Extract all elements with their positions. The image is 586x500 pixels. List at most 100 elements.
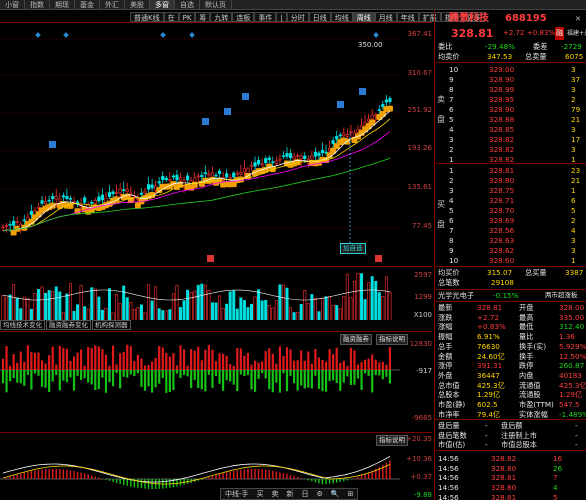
inflow-bar — [300, 350, 303, 370]
bids-level: 2 — [449, 176, 454, 185]
bottom-tool-5[interactable]: ⚙ — [313, 489, 327, 499]
asks-level: 6 — [449, 105, 454, 114]
candle-body — [139, 192, 144, 195]
chart-tool-0[interactable]: 普通K线 — [130, 12, 164, 22]
r-signal-icon — [207, 255, 214, 262]
candle-body — [4, 225, 9, 227]
volume-bar — [76, 304, 80, 321]
tab-6[interactable]: 多窗 — [150, 0, 175, 9]
outflow-bar — [108, 370, 111, 383]
kline-panel[interactable]: 367.41 310.67 251.92 193.26 135.61 77.45… — [0, 22, 432, 265]
inflow-bar — [108, 365, 111, 370]
bottom-tool-3[interactable]: 新 — [283, 489, 298, 499]
bids-volume: 1 — [571, 256, 576, 265]
tab-0[interactable]: 小窗 — [0, 0, 25, 9]
candle-body — [246, 168, 250, 174]
outflow-bar — [257, 370, 260, 379]
chart-tool-12[interactable]: 月线 — [374, 12, 397, 22]
asks-row: 8 328.99 3 — [435, 85, 586, 95]
volume-bar — [285, 287, 289, 321]
tab-8[interactable]: 默认页 — [200, 0, 232, 9]
inflow-bar — [83, 365, 86, 370]
outflow-bar — [193, 370, 196, 381]
inflow-bar — [310, 363, 313, 370]
inflow-bar — [275, 363, 278, 370]
chart-tool-11[interactable]: 周线 — [352, 12, 375, 22]
inflow-bar — [72, 356, 76, 370]
tab-3[interactable]: 基金 — [75, 0, 100, 9]
s-signal-icon — [202, 118, 209, 125]
outflow-bar — [310, 370, 313, 389]
sector-tag[interactable]: 福建+光 — [567, 27, 586, 40]
margin-trading-button[interactable]: 融资融券 — [340, 334, 372, 345]
bottom-tool-0[interactable]: 中线-手 — [221, 489, 253, 499]
chart-tool-7[interactable]: | — [276, 12, 287, 22]
extra-value-2: - — [575, 421, 578, 430]
tab-5[interactable]: 美股 — [125, 0, 150, 9]
add-watchlist-button[interactable]: 加自选 — [340, 243, 366, 254]
inflow-bar — [97, 346, 100, 370]
price-axis-77: 77.45 — [411, 222, 432, 230]
volume-bar — [83, 306, 87, 321]
volume-bar — [299, 303, 303, 321]
bids-row: 2 328.80 21 — [435, 176, 586, 186]
stat-value-2: 547.5 — [559, 400, 580, 409]
indicator-tab-0[interactable]: 均线技术变化 — [0, 320, 45, 330]
inflow-bar — [158, 346, 161, 370]
indicator-help-button[interactable]: 指标说明 — [376, 334, 408, 345]
outflow-bar — [55, 370, 58, 376]
outflow-bar — [346, 370, 349, 377]
kline-chart[interactable] — [0, 23, 432, 266]
outflow-bar — [204, 370, 207, 392]
outflow-bar — [307, 370, 310, 388]
candle-body — [107, 192, 112, 198]
volume-bar — [139, 304, 143, 321]
chart-tool-4[interactable]: 九转 — [210, 12, 233, 22]
bottom-tool-6[interactable]: 🔍 — [327, 489, 344, 499]
inflow-bar — [90, 347, 93, 370]
bids-level: 4 — [449, 196, 454, 205]
outflow-bar — [328, 370, 331, 382]
extra-value-2: - — [575, 440, 578, 450]
stat-label-2: 流通股 — [519, 390, 541, 400]
bottom-tool-1[interactable]: 买 — [253, 489, 268, 499]
outflow-bar — [243, 370, 246, 377]
candle-body — [196, 175, 200, 178]
concept-row[interactable]: 光学光电子 -0.15% 两市超涨板 — [435, 291, 586, 301]
tab-2[interactable]: 期现 — [50, 0, 75, 9]
indicator-tab-1[interactable]: 融资融券变化 — [46, 320, 91, 330]
volume-bar — [150, 300, 154, 321]
outflow-bar — [129, 370, 132, 375]
tab-1[interactable]: 指数 — [25, 0, 50, 9]
stat-value: 391.31 — [477, 361, 503, 371]
indicator-tab-2[interactable]: 机构探测器 — [92, 320, 131, 330]
outflow-bar — [289, 370, 292, 376]
chart-tool-1[interactable]: 在 — [163, 12, 179, 22]
outflow-bar — [314, 370, 317, 376]
bottom-tool-7[interactable]: ⊞ — [344, 489, 358, 499]
chart-tool-6[interactable]: 事件 — [254, 12, 277, 22]
chart-tool-2[interactable]: PK — [178, 12, 196, 22]
volume-bar — [93, 288, 97, 321]
chart-tool-9[interactable]: 日线 — [308, 12, 331, 22]
chart-tool-10[interactable]: 均线 — [330, 12, 353, 22]
bottom-tool-2[interactable]: 卖 — [268, 489, 283, 499]
outflow-bar — [151, 370, 154, 393]
inflow-bar — [154, 357, 157, 370]
chart-tool-13[interactable]: 年线 — [396, 12, 419, 22]
bids-price: 328.81 — [489, 166, 515, 175]
outflow-bar — [72, 370, 76, 391]
chart-tool-8[interactable]: 分时 — [286, 12, 309, 22]
bottom-tool-4[interactable]: 日 — [298, 489, 313, 499]
candle-body — [288, 153, 293, 159]
close-icon[interactable]: ✕ — [575, 12, 581, 25]
tab-4[interactable]: 外汇 — [100, 0, 125, 9]
tab-7[interactable]: 自选 — [175, 0, 200, 9]
asks-row: 5 328.88 21 — [435, 115, 586, 125]
chart-tool-3[interactable]: 筹 — [195, 12, 211, 22]
weibi-value: -29.48% — [485, 42, 515, 51]
macd-help-button[interactable]: 指标说明 — [376, 435, 408, 446]
inflow-bar — [346, 365, 349, 370]
volume-bar — [360, 273, 364, 321]
chart-tool-5[interactable]: 连板 — [232, 12, 255, 22]
